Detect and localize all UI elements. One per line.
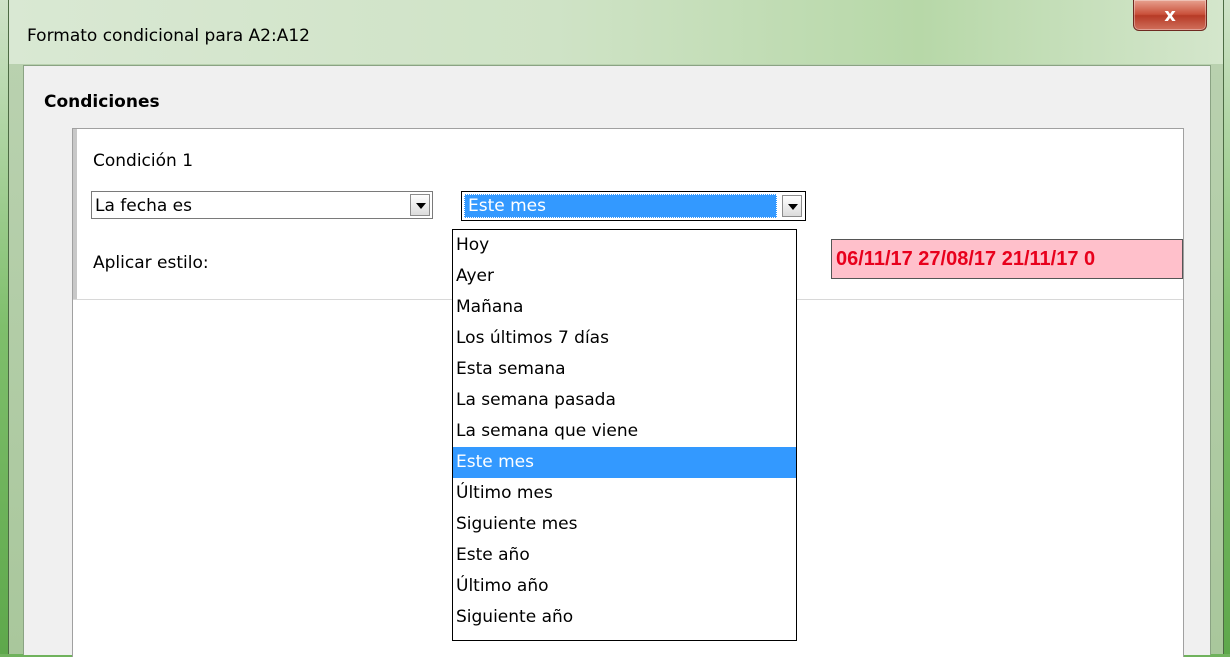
chevron-down-icon[interactable] [782,195,802,217]
close-button[interactable]: x [1133,0,1207,31]
dropdown-option-esta-semana[interactable]: Esta semana [453,354,796,385]
dropdown-option-siguiente-mes[interactable]: Siguiente mes [453,509,796,540]
dropdown-option-semana-pasada[interactable]: La semana pasada [453,385,796,416]
close-icon: x [1164,4,1176,26]
dropdown-option-semana-que-viene[interactable]: La semana que viene [453,416,796,447]
condition-type-select[interactable]: La fecha es [91,191,433,219]
chevron-down-icon[interactable] [410,194,430,216]
dropdown-option-ayer[interactable]: Ayer [453,261,796,292]
apply-style-label: Aplicar estilo: [93,253,209,273]
dropdown-option-ultimo-ano[interactable]: Último año [453,571,796,602]
dropdown-option-este-ano[interactable]: Este año [453,540,796,571]
dropdown-option-siguiente-ano[interactable]: Siguiente año [453,602,796,633]
dropdown-option-ultimos-7-dias[interactable]: Los últimos 7 días [453,323,796,354]
condition-title: Condición 1 [93,151,194,171]
dropdown-option-hoy[interactable]: Hoy [453,230,796,261]
condition-type-value: La fecha es [95,196,192,216]
date-period-select[interactable]: Este mes [461,191,806,221]
style-preview: 06/11/17 27/08/17 21/11/17 0 [831,239,1183,279]
dropdown-option-manana[interactable]: Mañana [453,292,796,323]
conditions-heading: Condiciones [44,92,160,112]
dropdown-option-ultimo-mes[interactable]: Último mes [453,478,796,509]
date-period-value: Este mes [464,194,777,218]
dialog-title: Formato condicional para A2:A12 [27,26,310,46]
date-period-dropdown-list[interactable]: Hoy Ayer Mañana Los últimos 7 días Esta … [452,229,797,641]
title-bar[interactable]: Formato condicional para A2:A12 x [9,0,1223,64]
condition-entry-edge [73,129,77,299]
dropdown-option-este-mes[interactable]: Este mes [453,447,796,478]
